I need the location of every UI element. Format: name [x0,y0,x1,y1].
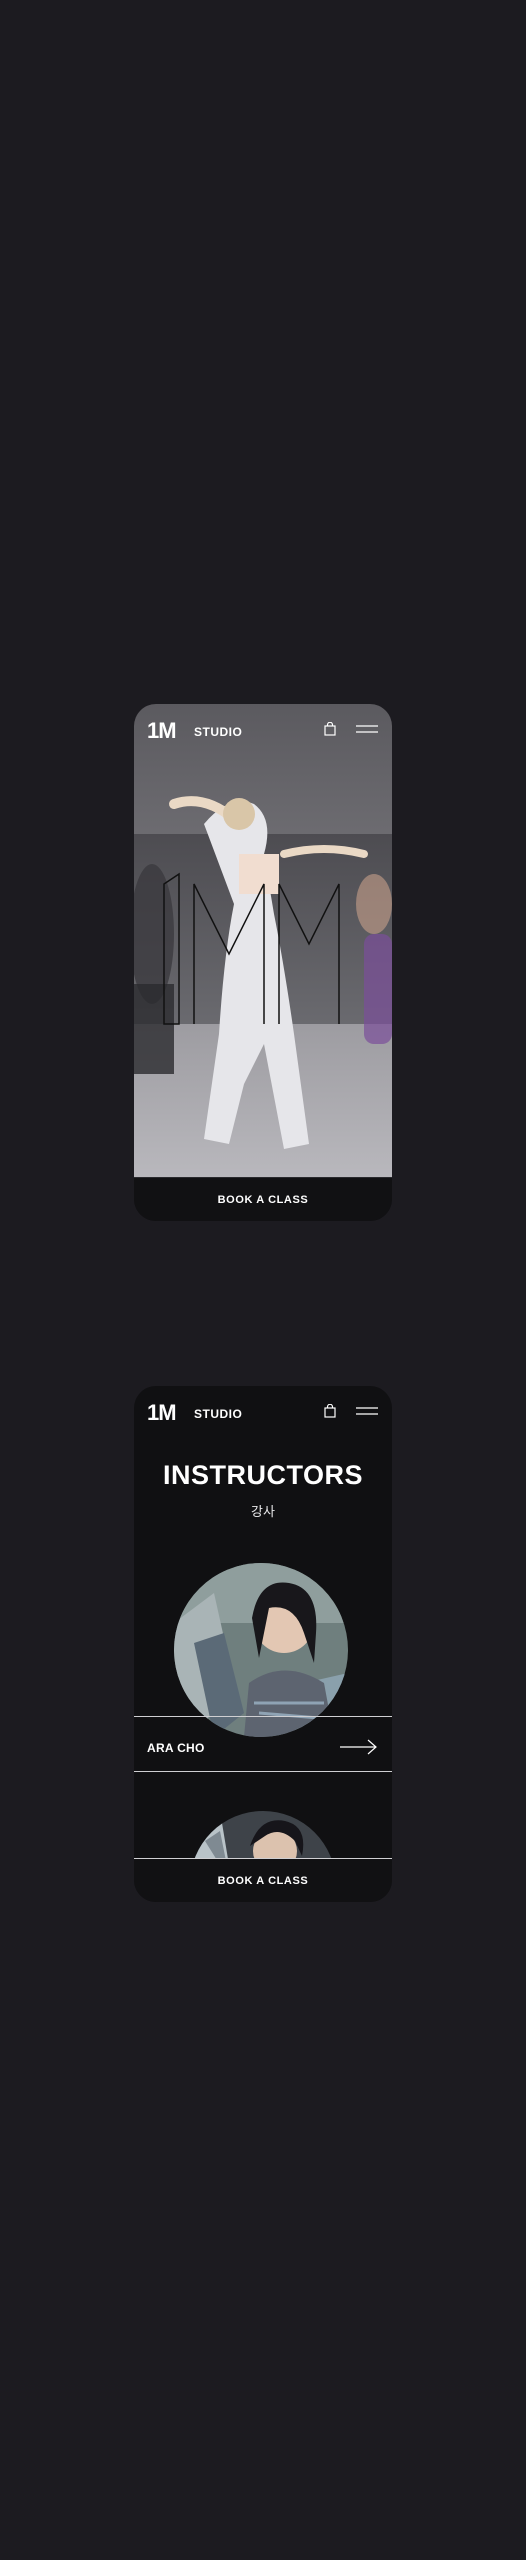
hero-dancer-illustration [134,796,392,1149]
divider [134,1771,392,1772]
arrow-right-icon[interactable] [340,1738,378,1756]
page-title: INSTRUCTORS [162,1460,363,1490]
header: 1M STUDIO [134,704,392,754]
page-background: 1M STUDIO BOOK A CLASS 1M STUDIO INSTRUC… [0,0,526,2560]
shopping-bag-icon[interactable] [324,722,336,736]
mobile-screen-home: 1M STUDIO BOOK A CLASS [134,704,392,1221]
brand-logo[interactable]: 1M [147,1402,177,1424]
header: 1M STUDIO [134,1386,392,1436]
portrait-photo [174,1563,348,1737]
page-subtitle: 강사 [251,1504,275,1519]
hero-image [134,704,392,1178]
book-a-class-button[interactable]: BOOK A CLASS [134,1858,392,1902]
divider [134,1716,392,1717]
brand-subtitle: STUDIO [194,725,243,739]
brand-subtitle: STUDIO [194,1407,243,1421]
hamburger-menu-icon[interactable] [356,724,378,734]
instructor-name[interactable]: ARA CHO [147,1741,205,1755]
hamburger-menu-icon[interactable] [356,1406,378,1416]
instructor-portrait[interactable] [174,1563,348,1737]
shopping-bag-icon[interactable] [324,1404,336,1418]
mobile-screen-instructors: 1M STUDIO INSTRUCTORS 강사 ARA CHO BOOK A … [134,1386,392,1902]
book-a-class-button[interactable]: BOOK A CLASS [134,1177,392,1221]
brand-logo[interactable]: 1M [147,720,177,742]
